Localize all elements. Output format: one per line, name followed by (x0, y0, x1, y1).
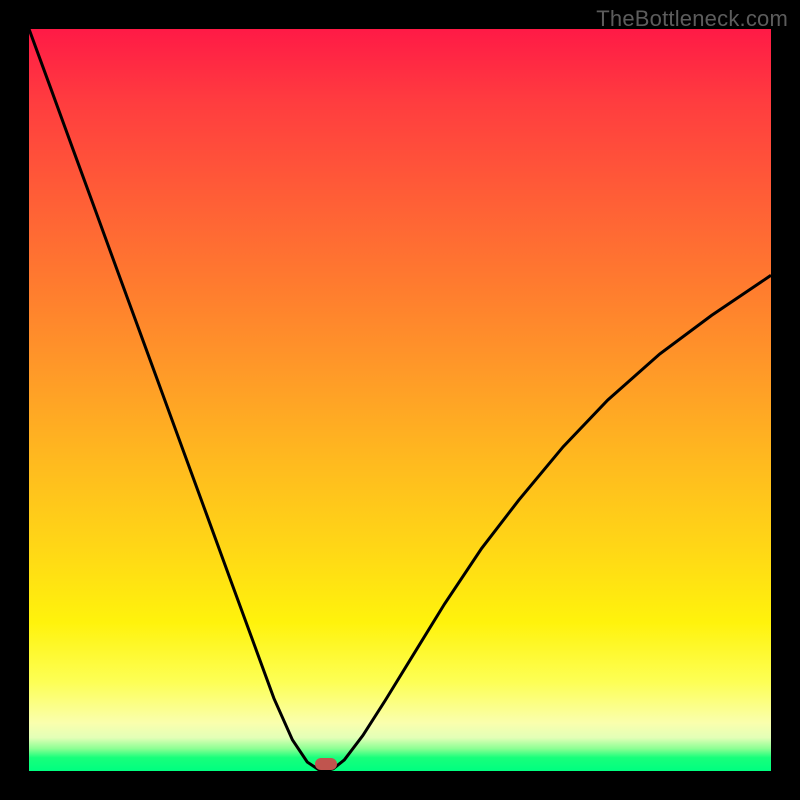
chart-frame: TheBottleneck.com (0, 0, 800, 800)
bottleneck-curve (29, 29, 771, 771)
watermark-text: TheBottleneck.com (596, 6, 788, 32)
plot-area (29, 29, 771, 771)
optimal-marker (315, 758, 337, 770)
curve-svg (29, 29, 771, 771)
